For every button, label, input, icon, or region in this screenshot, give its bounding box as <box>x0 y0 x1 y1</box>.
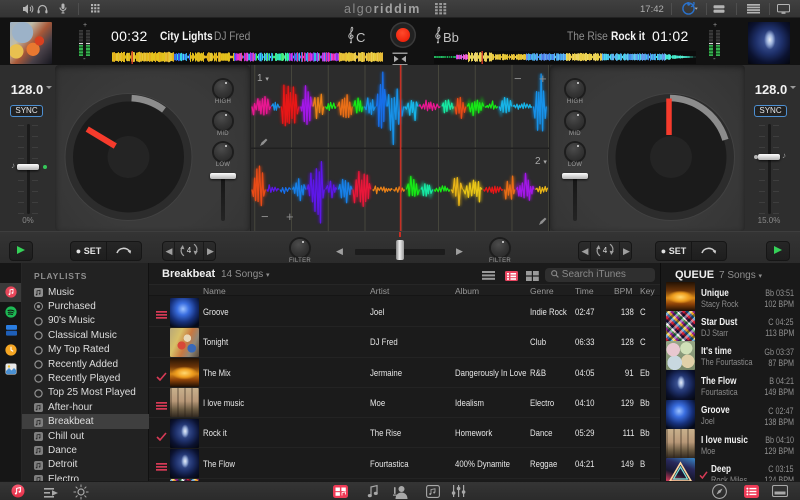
svg-text:4: 4 <box>603 246 608 255</box>
svg-text:4: 4 <box>187 246 192 255</box>
